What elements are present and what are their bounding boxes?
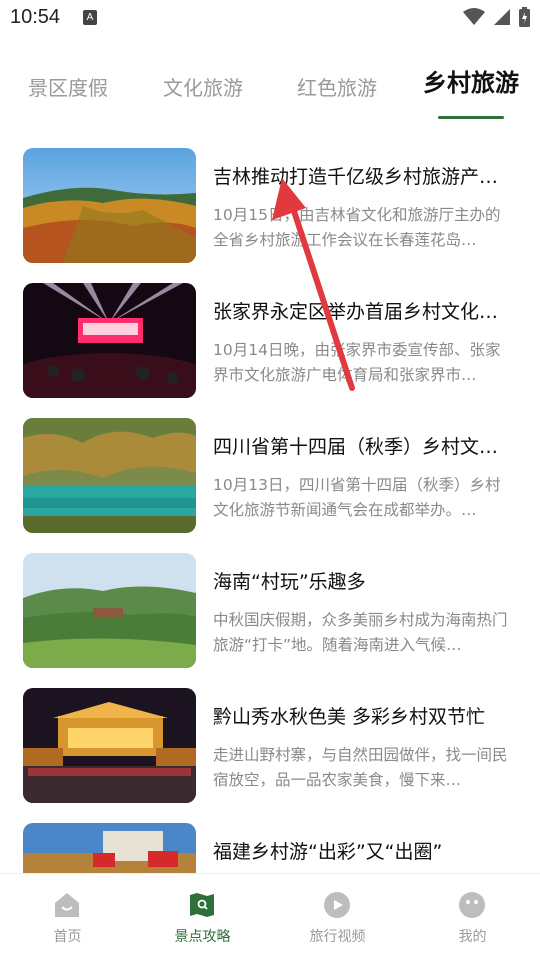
play-video-icon <box>324 892 350 918</box>
status-bar: 10:54 A <box>0 0 540 38</box>
status-time: 10:54 <box>10 6 61 28</box>
home-icon <box>55 893 79 917</box>
article-title: 福建乡村游“出彩”又“出圈” <box>213 841 443 863</box>
article-summary: 走进山野村寨，与自然田园做伴，找一间民宿放空，品一品农家美食，慢下来… <box>213 746 508 789</box>
article-thumbnail <box>23 688 196 803</box>
tab-red-tourism[interactable]: 红色旅游 <box>297 72 377 101</box>
list-item[interactable]: 张家界永定区举办首届乡村文化… 10月14日晚，由张家界市委宣传部、张家界市文化… <box>0 283 540 399</box>
map-guide-icon <box>190 893 214 917</box>
status-icons <box>463 7 530 27</box>
article-summary: 10月13日，四川省第十四届（秋季）乡村文化旅游节新闻通气会在成都举办。… <box>213 476 501 519</box>
signal-icon <box>494 9 510 25</box>
active-tab-indicator <box>438 116 504 119</box>
article-summary: 10月14日晚，由张家界市委宣传部、张家界市文化旅游广电体育局和张家界市… <box>213 341 501 384</box>
tab-scenic-vacation[interactable]: 景区度假 <box>28 72 108 101</box>
list-item[interactable]: 福建乡村游“出彩”又“出圈” <box>0 823 540 873</box>
nav-label: 景点攻略 <box>174 929 231 945</box>
article-title: 海南“村玩”乐趣多 <box>213 571 366 593</box>
notification-badge: A <box>83 10 97 25</box>
category-tabs: 景区度假 文化旅游 红色旅游 乡村旅游 <box>0 66 540 122</box>
battery-icon <box>519 7 530 27</box>
article-title: 张家界永定区举办首届乡村文化… <box>213 301 499 323</box>
bottom-navigation: 首页 景点攻略 旅行视频 我的 <box>0 873 540 961</box>
profile-icon <box>459 892 485 918</box>
nav-label: 我的 <box>458 929 487 945</box>
nav-label: 首页 <box>53 929 82 945</box>
tab-rural-tourism[interactable]: 乡村旅游 <box>423 63 519 98</box>
article-title: 吉林推动打造千亿级乡村旅游产… <box>213 166 499 188</box>
tab-cultural-tourism[interactable]: 文化旅游 <box>163 72 243 101</box>
article-thumbnail <box>23 283 196 398</box>
article-list[interactable]: 吉林推动打造千亿级乡村旅游产… 10月15日，由吉林省文化和旅游厅主办的全省乡村… <box>0 148 540 873</box>
nav-profile[interactable]: 我的 <box>405 874 540 961</box>
list-item[interactable]: 黔山秀水秋色美 多彩乡村双节忙 走进山野村寨，与自然田园做伴，找一间民宿放空，品… <box>0 688 540 804</box>
article-thumbnail <box>23 823 196 873</box>
article-thumbnail <box>23 553 196 668</box>
article-summary: 中秋国庆假期，众多美丽乡村成为海南热门旅游“打卡”地。随着海南进入气候… <box>213 611 508 654</box>
list-item[interactable]: 四川省第十四届（秋季）乡村文… 10月13日，四川省第十四届（秋季）乡村文化旅游… <box>0 418 540 534</box>
nav-label: 旅行视频 <box>309 929 366 945</box>
nav-home[interactable]: 首页 <box>0 874 135 961</box>
article-title: 四川省第十四届（秋季）乡村文… <box>213 436 499 458</box>
list-item[interactable]: 海南“村玩”乐趣多 中秋国庆假期，众多美丽乡村成为海南热门旅游“打卡”地。随着海… <box>0 553 540 669</box>
article-thumbnail <box>23 418 196 533</box>
article-thumbnail <box>23 148 196 263</box>
article-summary: 10月15日，由吉林省文化和旅游厅主办的全省乡村旅游工作会议在长春莲花岛… <box>213 206 501 249</box>
nav-travel-video[interactable]: 旅行视频 <box>270 874 405 961</box>
list-item[interactable]: 吉林推动打造千亿级乡村旅游产… 10月15日，由吉林省文化和旅游厅主办的全省乡村… <box>0 148 540 264</box>
nav-attraction-guide[interactable]: 景点攻略 <box>135 874 270 961</box>
article-title: 黔山秀水秋色美 多彩乡村双节忙 <box>213 706 486 728</box>
wifi-icon <box>463 8 485 25</box>
